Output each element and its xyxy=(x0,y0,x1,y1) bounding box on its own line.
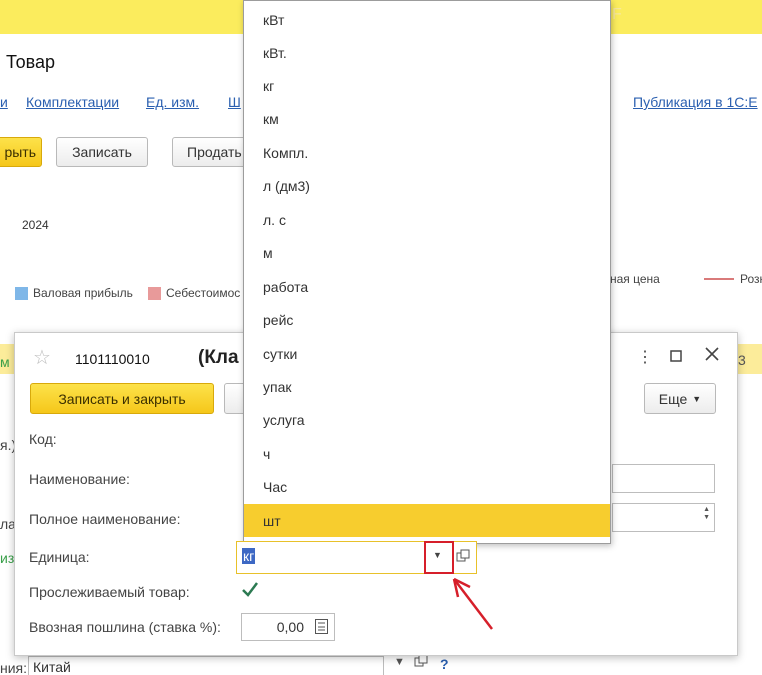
page-title: Товар xyxy=(6,52,55,72)
caret-down-icon[interactable]: ▼ xyxy=(394,656,405,668)
nav-link-partial[interactable]: Ш xyxy=(228,94,241,110)
duty-value: 0,00 xyxy=(276,619,304,635)
left-fragment-green: м xyxy=(0,354,10,370)
close-icon[interactable] xyxy=(705,347,719,366)
dialog-code-number: 1101110010 xyxy=(75,351,150,367)
legend-price: ная цена xyxy=(610,272,660,286)
star-icon[interactable]: ☆ xyxy=(33,345,51,370)
save-button-bg[interactable]: Записать xyxy=(56,137,148,167)
retail-line-marker xyxy=(704,278,734,280)
nav-link-kits[interactable]: Комплектации xyxy=(26,94,119,110)
country-value: Китай xyxy=(33,659,71,675)
dropdown-item[interactable]: л (дм3) xyxy=(244,169,610,202)
left-fragment-4: ния: xyxy=(0,660,28,675)
check-icon xyxy=(242,582,258,597)
dialog-title: (Кла xyxy=(198,347,239,368)
name-label: Наименование: xyxy=(29,471,130,487)
traceable-label: Прослеживаемый товар: xyxy=(29,584,190,600)
nav-link-first[interactable]: и xyxy=(0,94,8,110)
legend-retail-label: Розн xyxy=(740,272,762,286)
dropdown-item[interactable]: кВт xyxy=(244,3,610,36)
code-label: Код: xyxy=(29,431,57,447)
duty-input[interactable]: 0,00 xyxy=(241,613,335,641)
legend-cost: Себестоимос xyxy=(148,286,240,300)
traceable-checkbox[interactable] xyxy=(241,581,259,602)
save-close-button-bg[interactable]: рыть xyxy=(0,137,42,167)
dropdown-item[interactable]: рейс xyxy=(244,303,610,336)
country-field[interactable]: Китай xyxy=(28,656,384,675)
more-label: Еще xyxy=(658,390,688,407)
unit-label: Единица: xyxy=(29,549,90,565)
name-input[interactable] xyxy=(612,464,715,493)
maximize-icon[interactable] xyxy=(670,349,682,367)
dropdown-item[interactable]: км xyxy=(244,102,610,135)
dropdown-item[interactable]: ч xyxy=(244,437,610,470)
sell-button-bg[interactable]: Продать xyxy=(172,137,252,167)
full-name-label: Полное наименование: xyxy=(29,511,181,527)
dropdown-item[interactable]: шт xyxy=(244,504,610,537)
dropdown-item[interactable]: Компл. xyxy=(244,136,610,169)
chart-year-label: 2024 xyxy=(22,218,49,232)
strip-digit: 3 xyxy=(738,352,746,368)
nav-link-units[interactable]: Ед. изм. xyxy=(146,94,199,110)
full-name-input[interactable]: ▲ ▼ xyxy=(612,503,715,532)
dropdown-item[interactable]: упак xyxy=(244,370,610,403)
dropdown-item[interactable]: сутки xyxy=(244,337,610,370)
nav-link-publication[interactable]: Публикация в 1С:Е xyxy=(633,94,758,110)
unit-dropdown-list: кВт кВт. кг км Компл. л (дм3) л. с м работа рейс с… xyxy=(243,0,611,544)
pointer-arrow xyxy=(452,577,493,630)
duty-label: Ввозная пошлина (ставка %): xyxy=(29,619,221,635)
dropdown-item[interactable]: кВт. xyxy=(244,36,610,69)
more-caret-icon: ▼ xyxy=(692,393,702,404)
dropdown-item[interactable]: м xyxy=(244,236,610,269)
legend-gross-profit-label: Валовая прибыль xyxy=(33,286,133,300)
save-and-close-button[interactable]: Записать и закрыть xyxy=(30,383,214,414)
spin-icon[interactable]: ▲ ▼ xyxy=(703,506,710,522)
dropdown-item[interactable]: Час xyxy=(244,470,610,503)
more-button[interactable]: Еще ▼ xyxy=(644,383,716,414)
legend-retail: Розн xyxy=(704,272,762,286)
dropdown-item[interactable]: услуга xyxy=(244,403,610,436)
dropdown-item[interactable]: кг xyxy=(244,69,610,102)
legend-gross-profit: Валовая прибыль xyxy=(15,286,133,300)
open-icon[interactable] xyxy=(414,654,428,671)
unit-value: кг xyxy=(242,548,256,564)
dropdown-item[interactable]: работа xyxy=(244,270,610,303)
calculator-icon[interactable] xyxy=(314,618,330,638)
legend-cost-label: Себестоимос xyxy=(166,286,241,300)
help-icon[interactable]: ? xyxy=(440,656,449,672)
more-vertical-icon[interactable]: ⋮ xyxy=(637,347,653,367)
cost-swatch xyxy=(148,286,161,300)
topbar-fragment: F xyxy=(612,6,622,23)
gross-profit-swatch xyxy=(15,286,28,300)
legend-price-label: ная цена xyxy=(610,272,660,286)
dropdown-item[interactable]: л. с xyxy=(244,203,610,236)
open-icon[interactable] xyxy=(456,549,470,566)
